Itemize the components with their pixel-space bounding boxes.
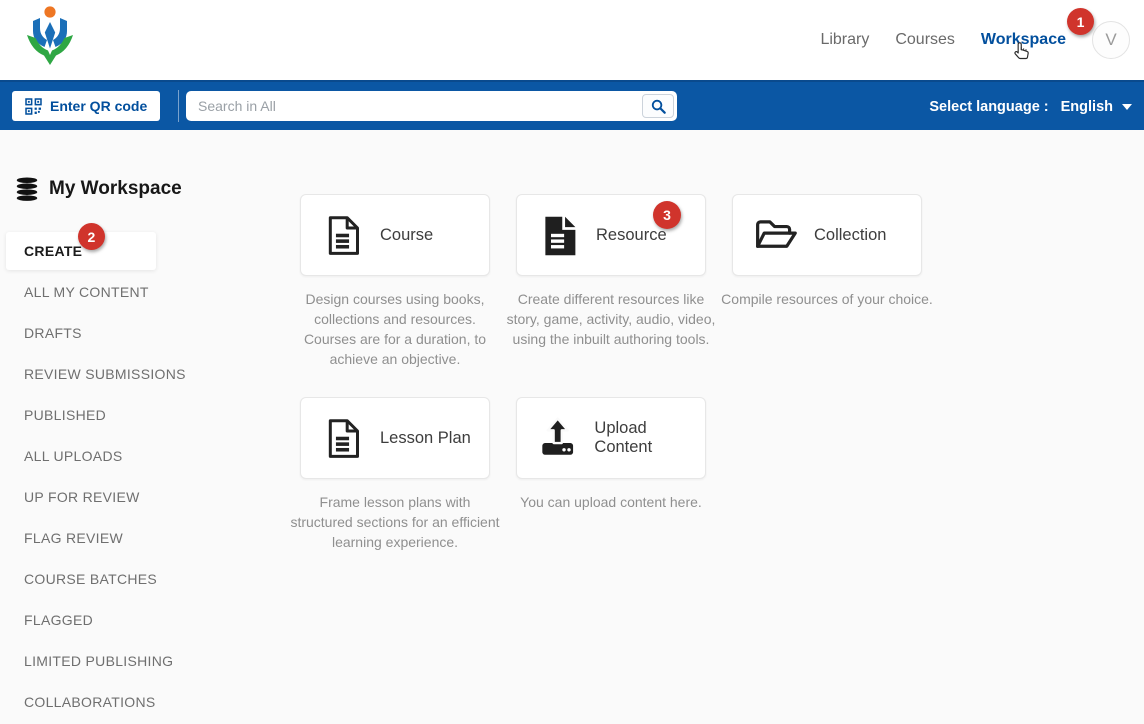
sidebar-item-course-batches[interactable]: COURSE BATCHES (0, 560, 290, 598)
card-upload-content-description: You can upload content here. (505, 492, 717, 512)
chevron-down-icon (1122, 104, 1132, 110)
toolbar-divider (178, 90, 179, 122)
card-lesson-plan-label: Lesson Plan (380, 429, 471, 448)
course-cell: Course Design courses using books, colle… (300, 194, 490, 369)
sidebar-item-all-my-content[interactable]: ALL MY CONTENT (0, 273, 290, 311)
card-resource[interactable]: Resource 3 (516, 194, 706, 276)
app-header: Library Courses Workspace 1 V (0, 0, 1144, 80)
sidebar-item-flag-review[interactable]: FLAG REVIEW (0, 519, 290, 557)
sidebar-item-collaborations[interactable]: COLLABORATIONS (0, 683, 290, 721)
sidebar-item-label: CREATE (24, 243, 82, 259)
document-outline-icon (320, 213, 365, 258)
sidebar-item-review-submissions[interactable]: REVIEW SUBMISSIONS (0, 355, 290, 393)
collection-cell: Collection Compile resources of your cho… (732, 194, 922, 369)
sidebar-header: My Workspace (14, 176, 182, 202)
user-avatar[interactable]: V (1092, 21, 1130, 59)
nav-workspace[interactable]: Workspace 1 (981, 31, 1066, 49)
workspace-notification-badge: 1 (1067, 8, 1094, 35)
search-toolbar: Enter QR code Select language : English (0, 80, 1144, 130)
card-course-description: Design courses using books, collections … (289, 289, 501, 369)
resource-notification-badge: 3 (653, 201, 681, 229)
search-button[interactable] (642, 94, 674, 118)
sidebar-item-drafts[interactable]: DRAFTS (0, 314, 290, 352)
resource-cell: Resource 3 Create different resources li… (516, 194, 706, 369)
upload-content-cell: Upload Content You can upload content he… (516, 397, 706, 552)
search-icon (650, 98, 667, 115)
stack-icon (14, 176, 40, 202)
main-nav: Library Courses Workspace 1 V (820, 0, 1130, 80)
language-dropdown[interactable]: English (1061, 99, 1132, 115)
search-bar (186, 91, 677, 121)
sidebar-item-create[interactable]: CREATE 2 (6, 232, 156, 270)
app-logo-icon[interactable] (20, 4, 80, 70)
workspace-sidebar: My Workspace CREATE 2 ALL MY CONTENT DRA… (0, 130, 290, 719)
enter-qr-code-label: Enter QR code (50, 98, 147, 114)
upload-icon (536, 416, 579, 461)
enter-qr-code-button[interactable]: Enter QR code (12, 91, 160, 121)
workspace-page: Library Courses Workspace 1 V (0, 0, 1144, 719)
nav-library[interactable]: Library (820, 31, 869, 49)
lesson-plan-cell: Lesson Plan Frame lesson plans with stru… (300, 397, 490, 552)
sidebar-item-up-for-review[interactable]: UP FOR REVIEW (0, 478, 290, 516)
sidebar-item-published[interactable]: PUBLISHED (0, 396, 290, 434)
card-lesson-plan[interactable]: Lesson Plan (300, 397, 490, 479)
sidebar-item-limited-publishing[interactable]: LIMITED PUBLISHING (0, 642, 290, 680)
card-collection-label: Collection (814, 226, 886, 245)
card-course[interactable]: Course (300, 194, 490, 276)
language-label: Select language : (929, 99, 1048, 115)
document-filled-icon (536, 213, 581, 258)
card-resource-label: Resource (596, 226, 667, 245)
card-course-label: Course (380, 226, 433, 245)
sidebar-title: My Workspace (49, 178, 182, 200)
card-upload-content[interactable]: Upload Content (516, 397, 706, 479)
card-lesson-plan-description: Frame lesson plans with structured secti… (289, 492, 501, 552)
card-resource-description: Create different resources like story, g… (505, 289, 717, 349)
folder-open-icon (752, 214, 799, 256)
card-upload-content-label: Upload Content (594, 419, 705, 457)
create-options-grid: Course Design courses using books, colle… (300, 194, 922, 552)
document-outline-icon (320, 416, 365, 461)
card-collection[interactable]: Collection (732, 194, 922, 276)
create-notification-badge: 2 (78, 223, 105, 250)
nav-workspace-label: Workspace (981, 31, 1066, 48)
sidebar-item-all-uploads[interactable]: ALL UPLOADS (0, 437, 290, 475)
sidebar-item-flagged[interactable]: FLAGGED (0, 601, 290, 639)
nav-courses[interactable]: Courses (895, 31, 955, 49)
qr-code-icon (25, 98, 42, 115)
card-collection-description: Compile resources of your choice. (721, 289, 933, 309)
language-value: English (1061, 99, 1113, 115)
sidebar-menu: CREATE 2 ALL MY CONTENT DRAFTS REVIEW SU… (0, 232, 290, 724)
search-input[interactable] (186, 91, 677, 121)
language-selector: Select language : English (929, 82, 1132, 132)
